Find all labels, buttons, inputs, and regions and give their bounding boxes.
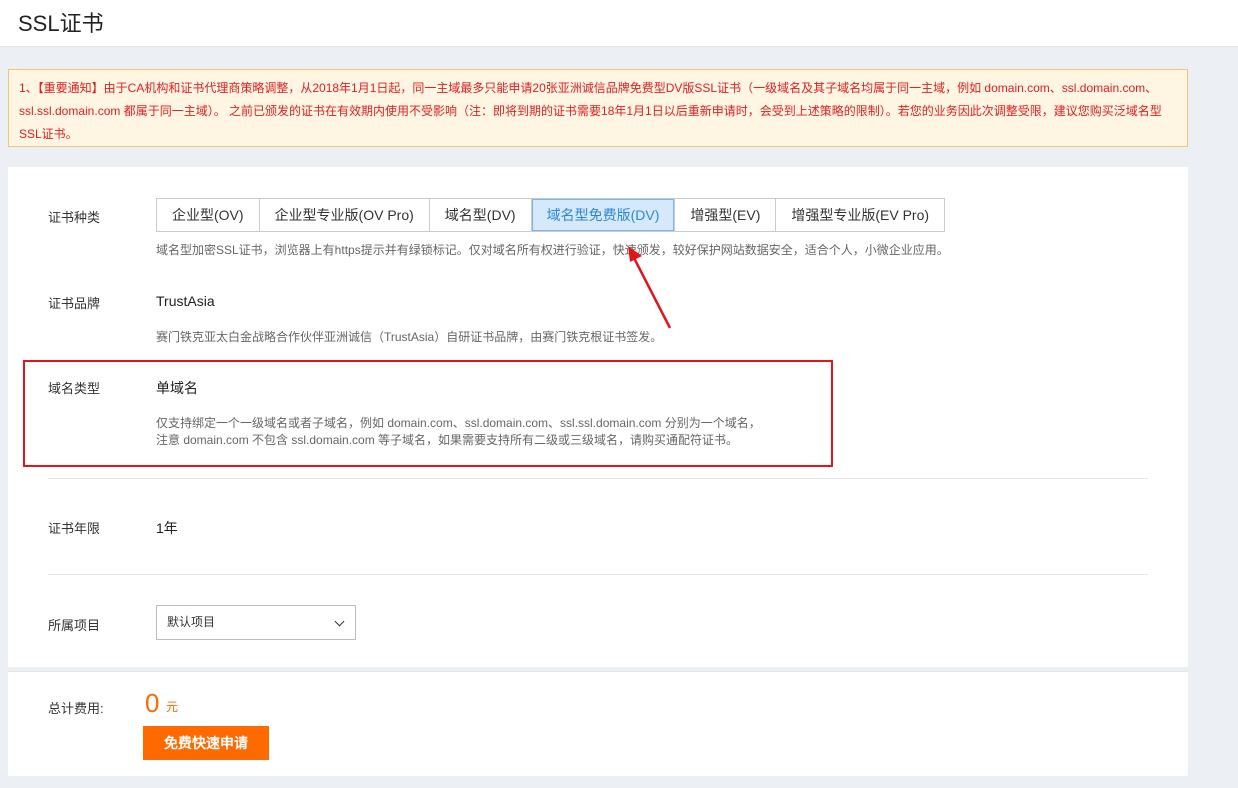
footer-bar	[8, 671, 1188, 776]
tab-ov[interactable]: 企业型(OV)	[157, 199, 260, 231]
page-header: SSL证书	[0, 0, 1238, 47]
tab-ev[interactable]: 增强型(EV)	[675, 199, 777, 231]
domain-type-hint-line2: 注意 domain.com 不包含 ssl.domain.com 等子域名，如果…	[156, 433, 739, 447]
project-select-value: 默认项目	[167, 615, 216, 629]
brand-hint: 赛门铁克亚太白金战略合作伙伴亚洲诚信（TrustAsia）自研证书品牌，由赛门铁…	[156, 330, 663, 344]
period-label: 证书年限	[48, 521, 101, 536]
tab-ev-pro[interactable]: 增强型专业版(EV Pro)	[776, 199, 945, 231]
project-select[interactable]: 默认项目	[156, 605, 356, 640]
currency-unit: 元	[166, 700, 179, 714]
domain-type-value: 单域名	[156, 380, 198, 396]
apply-button[interactable]: 免费快速申请	[143, 726, 269, 760]
divider	[48, 478, 1148, 479]
page-title: SSL证书	[18, 11, 104, 36]
domain-type-label: 域名类型	[48, 381, 101, 396]
total-label: 总计费用:	[48, 701, 104, 716]
cert-type-label: 证书种类	[48, 210, 101, 225]
cert-type-hint: 域名型加密SSL证书，浏览器上有https提示并有绿锁标记。仅对域名所有权进行验…	[156, 243, 949, 257]
important-notice: 1、【重要通知】由于CA机构和证书代理商策略调整，从2018年1月1日起，同一主…	[8, 69, 1188, 147]
tab-dv-free[interactable]: 域名型免费版(DV)	[531, 199, 676, 231]
tab-dv[interactable]: 域名型(DV)	[429, 199, 532, 231]
chevron-down-icon	[334, 616, 345, 627]
cert-type-tabs: 企业型(OV) 企业型专业版(OV Pro) 域名型(DV) 域名型免费版(DV…	[156, 198, 946, 232]
brand-value: TrustAsia	[156, 293, 215, 309]
period-value: 1年	[156, 520, 178, 536]
annotation-arrow-icon	[628, 246, 672, 329]
divider	[48, 574, 1148, 575]
tab-ov-pro[interactable]: 企业型专业版(OV Pro)	[259, 199, 430, 231]
project-label: 所属项目	[48, 618, 101, 633]
brand-label: 证书品牌	[48, 296, 101, 311]
total-price: 0	[145, 688, 160, 718]
